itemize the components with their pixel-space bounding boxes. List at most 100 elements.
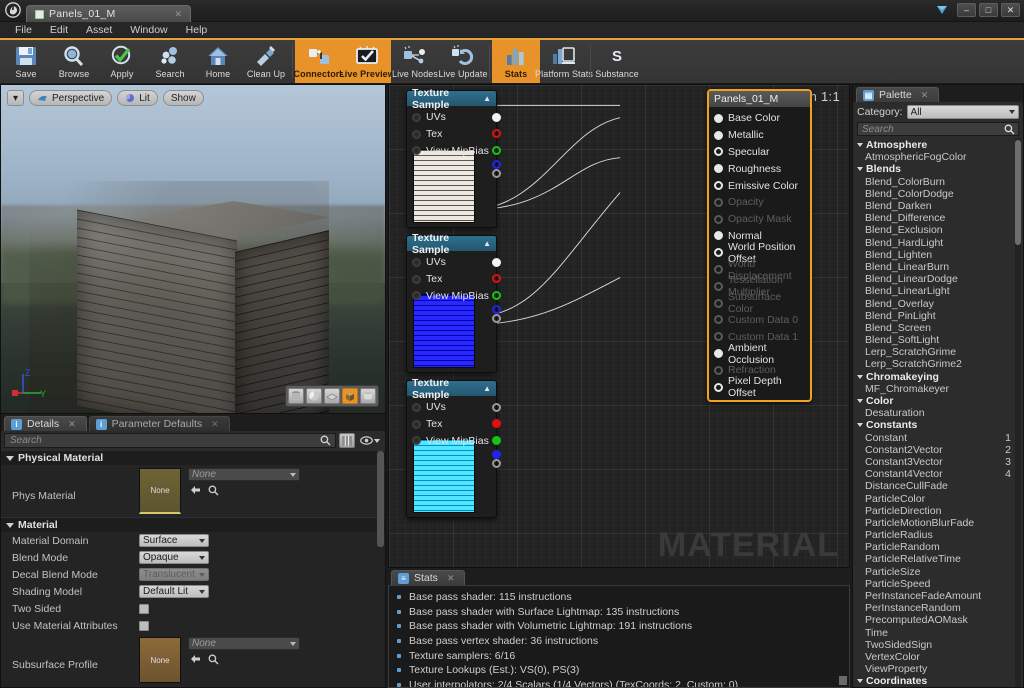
menu-item-edit[interactable]: Edit xyxy=(41,22,77,38)
palette-item[interactable]: Lerp_ScratchGrime2 xyxy=(853,358,1023,370)
output-pin-rgb[interactable] xyxy=(492,113,501,122)
palette-category-dropdown[interactable]: All xyxy=(907,105,1019,119)
tab-parameter-defaults[interactable]: iParameter Defaults✕ xyxy=(89,416,230,431)
palette-item[interactable]: Desaturation xyxy=(853,407,1023,419)
material-output-pin[interactable]: Emissive Color xyxy=(709,177,810,194)
pin-icon[interactable] xyxy=(714,181,723,190)
material-output-pin[interactable]: Opacity xyxy=(709,194,810,211)
palette-item[interactable]: ParticleSpeed xyxy=(853,578,1023,590)
checkbox-two-sided[interactable] xyxy=(139,604,149,614)
viewport-options-dropdown[interactable]: ▾ xyxy=(7,90,24,106)
checkbox-use-material-attributes[interactable] xyxy=(139,621,149,631)
input-pin-icon[interactable] xyxy=(412,146,421,155)
details-view-options-button[interactable] xyxy=(358,436,382,445)
palette-item[interactable]: Blend_LinearBurn xyxy=(853,261,1023,273)
preview-mesh-cube[interactable] xyxy=(29,181,329,414)
palette-item[interactable]: ParticleRandom xyxy=(853,541,1023,553)
toolbar-button-clean-up[interactable]: Clean Up xyxy=(242,40,290,83)
details-search-input[interactable]: Search xyxy=(4,433,336,448)
pin-icon[interactable] xyxy=(714,349,723,358)
palette-item[interactable]: MF_Chromakeyer xyxy=(853,383,1023,395)
pin-icon[interactable] xyxy=(714,114,723,123)
details-section-header[interactable]: Physical Material xyxy=(1,450,385,465)
use-selected-asset-icon[interactable] xyxy=(190,485,201,496)
collapse-node-icon[interactable]: ▲ xyxy=(483,384,491,393)
palette-item[interactable]: Lerp_ScratchGrime xyxy=(853,346,1023,358)
input-pin-icon[interactable] xyxy=(412,436,421,445)
material-output-pin[interactable]: Subsurface Color xyxy=(709,295,810,312)
palette-item[interactable]: Blend_ColorBurn xyxy=(853,176,1023,188)
menu-item-window[interactable]: Window xyxy=(121,22,176,38)
material-output-pin[interactable]: Roughness xyxy=(709,160,810,177)
pin-icon[interactable] xyxy=(714,198,723,207)
palette-item[interactable]: Blend_SoftLight xyxy=(853,334,1023,346)
palette-item[interactable]: Blend_Exclusion xyxy=(853,224,1023,236)
cube-preview-shape[interactable] xyxy=(342,388,358,404)
palette-item[interactable]: ViewProperty xyxy=(853,663,1023,675)
pin-icon[interactable] xyxy=(714,215,723,224)
pin-icon[interactable] xyxy=(714,282,723,291)
palette-item[interactable]: Constant3Vector3 xyxy=(853,456,1023,468)
tab-palette[interactable]: ▤ Palette ✕ xyxy=(856,87,939,102)
toolbar-button-connectors[interactable]: Connectors xyxy=(295,40,343,83)
palette-item[interactable]: Blend_Lighten xyxy=(853,249,1023,261)
palette-item[interactable]: Blend_LinearDodge xyxy=(853,273,1023,285)
palette-item[interactable]: Blend_PinLight xyxy=(853,310,1023,322)
palette-item[interactable]: Constant2Vector2 xyxy=(853,444,1023,456)
pin-icon[interactable] xyxy=(714,366,723,375)
palette-item[interactable]: Constant1 xyxy=(853,432,1023,444)
input-pin-icon[interactable] xyxy=(412,420,421,429)
palette-item[interactable]: Constant4Vector4 xyxy=(853,468,1023,480)
material-output-node[interactable]: Panels_01_M Base ColorMetallicSpecularRo… xyxy=(707,89,812,402)
pin-icon[interactable] xyxy=(714,265,723,274)
close-tab-icon[interactable]: ✕ xyxy=(921,90,929,101)
close-button[interactable]: ✕ xyxy=(1001,3,1020,17)
input-pin-icon[interactable] xyxy=(412,113,421,122)
pin-icon[interactable] xyxy=(714,332,723,341)
cylinder-preview-shape[interactable] xyxy=(288,388,304,404)
palette-item[interactable]: PerInstanceFadeAmount xyxy=(853,590,1023,602)
maximize-button[interactable]: □ xyxy=(979,3,998,17)
details-grid-view-button[interactable] xyxy=(339,433,355,448)
viewport-lit-button[interactable]: Lit xyxy=(117,90,158,106)
pin-icon[interactable] xyxy=(714,248,723,257)
pin-icon[interactable] xyxy=(714,299,723,308)
palette-node-list[interactable]: AtmosphereAtmosphericFogColorBlendsBlend… xyxy=(853,138,1023,687)
input-pin-icon[interactable] xyxy=(412,291,421,300)
custom-preview-shape[interactable] xyxy=(360,388,376,404)
palette-group-color[interactable]: Color xyxy=(853,395,1023,407)
asset-dropdown[interactable]: None xyxy=(188,637,300,650)
tab-stats[interactable]: ≡ Stats ✕ xyxy=(391,570,465,585)
pin-icon[interactable] xyxy=(714,147,723,156)
palette-item[interactable]: PerInstanceRandom xyxy=(853,602,1023,614)
palette-item[interactable]: PrecomputedAOMask xyxy=(853,614,1023,626)
palette-item[interactable]: TwoSidedSign xyxy=(853,639,1023,651)
palette-item[interactable]: Blend_Darken xyxy=(853,200,1023,212)
close-tab-icon[interactable]: ✕ xyxy=(447,573,455,584)
palette-item[interactable]: Blend_Overlay xyxy=(853,297,1023,309)
browse-to-asset-icon[interactable] xyxy=(208,485,219,496)
palette-item[interactable]: Blend_LinearLight xyxy=(853,285,1023,297)
input-pin-icon[interactable] xyxy=(412,130,421,139)
palette-item[interactable]: DistanceCullFade xyxy=(853,480,1023,492)
input-pin-icon[interactable] xyxy=(412,403,421,412)
palette-item[interactable]: AtmosphericFogColor xyxy=(853,151,1023,163)
details-section-header[interactable]: Material xyxy=(1,517,385,532)
pin-icon[interactable] xyxy=(714,164,723,173)
palette-item[interactable]: ParticleDirection xyxy=(853,505,1023,517)
menu-item-help[interactable]: Help xyxy=(177,22,217,38)
palette-group-blends[interactable]: Blends xyxy=(853,163,1023,175)
output-pin-rgb[interactable] xyxy=(492,403,501,412)
toolbar-button-home[interactable]: Home xyxy=(194,40,242,83)
toolbar-button-substance[interactable]: SSubstance xyxy=(593,40,641,83)
palette-item[interactable]: Time xyxy=(853,627,1023,639)
dropdown-shading-model[interactable]: Default Lit xyxy=(139,585,209,598)
toolbar-button-apply[interactable]: Apply xyxy=(98,40,146,83)
details-scrollbar-thumb[interactable] xyxy=(377,451,384,547)
toolbar-button-browse[interactable]: Browse xyxy=(50,40,98,83)
palette-item[interactable]: VertexColor xyxy=(853,651,1023,663)
palette-item[interactable]: Blend_HardLight xyxy=(853,237,1023,249)
palette-group-coordinates[interactable]: Coordinates xyxy=(853,675,1023,687)
toolbar-button-platform-stats[interactable]: Platform Stats xyxy=(540,40,588,83)
material-output-pin[interactable]: Base Color xyxy=(709,110,810,127)
